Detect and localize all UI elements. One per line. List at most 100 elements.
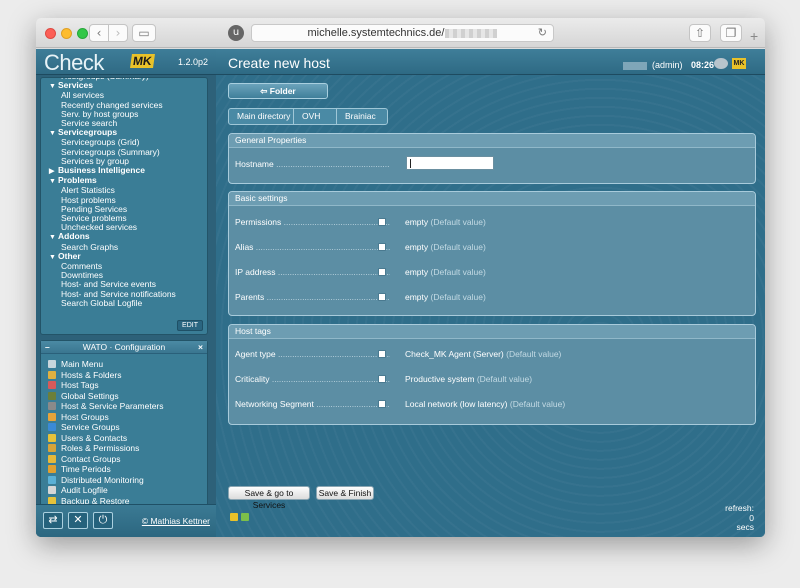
host-groups-icon: [48, 412, 56, 421]
save-go-to-services-button[interactable]: Save & go to Services: [228, 486, 310, 510]
wato-item-host-service-parameters[interactable]: Host & Service Parameters: [48, 401, 164, 412]
agent-type-checkbox[interactable]: [378, 350, 386, 358]
close-icon[interactable]: ×: [198, 341, 203, 354]
text-caret: [410, 159, 411, 168]
wato-item-host-groups[interactable]: Host Groups: [48, 412, 164, 423]
wato-item-contact-groups[interactable]: Contact Groups: [48, 454, 164, 465]
default-note: (Default value): [430, 292, 486, 302]
tools-icon[interactable]: ✕: [68, 512, 88, 529]
host-icon[interactable]: [230, 513, 238, 521]
distributed-monitoring-icon: [48, 475, 56, 484]
parents-label: Parents: [235, 292, 390, 302]
back-button[interactable]: ‹: [89, 24, 109, 42]
version-label: 1.2.0p2: [177, 57, 208, 67]
address-bar[interactable]: michelle.systemtechnics.de/ ↻: [251, 24, 554, 42]
parents-checkbox[interactable]: [378, 293, 386, 301]
breadcrumb-brainiac[interactable]: Brainiac: [336, 108, 388, 125]
wato-item-time-periods[interactable]: Time Periods: [48, 464, 164, 475]
tabs-button[interactable]: ❐: [720, 24, 742, 42]
wato-snapin: – WATO · Configuration × Main Menu Hosts …: [40, 340, 208, 526]
collapse-icon[interactable]: –: [45, 341, 50, 354]
networking-segment-checkbox[interactable]: [378, 400, 386, 408]
views-snapin: Hostgroups (Summary)▼ServicesAll service…: [40, 77, 208, 335]
default-note: (Default value): [430, 242, 486, 252]
sidebar-toggle-icon[interactable]: ⇄: [43, 512, 63, 529]
permissions-checkbox[interactable]: [378, 218, 386, 226]
triangle-down-icon: ▼: [49, 253, 56, 261]
networking-segment-row: Networking Segment Local network (low lat…: [235, 399, 745, 411]
wato-item-host-tags[interactable]: Host Tags: [48, 380, 164, 391]
criticality-checkbox[interactable]: [378, 375, 386, 383]
agent-type-label: Agent type: [235, 349, 390, 359]
copyright-link[interactable]: © Mathias Kettner: [142, 516, 210, 526]
nav-label: Business Intelligence: [58, 165, 145, 176]
roles-permissions-icon: [48, 444, 56, 452]
wato-item-label: Distributed Monitoring: [61, 474, 144, 485]
mk-badge-icon[interactable]: MK: [732, 58, 746, 69]
basic-settings-box: Basic settings Permissions empty (Default…: [228, 191, 756, 316]
page-title: Create new host: [228, 55, 330, 71]
host-tags-icon: [48, 381, 56, 389]
reload-icon[interactable]: ↻: [538, 25, 547, 41]
permissions-label: Permissions: [235, 217, 390, 227]
alias-checkbox[interactable]: [378, 243, 386, 251]
breadcrumb-ovh[interactable]: OVH: [293, 108, 337, 125]
close-window-button[interactable]: [45, 28, 56, 39]
nav-label: Services: [58, 80, 93, 91]
wato-item-label: Audit Logfile: [61, 485, 108, 495]
permissions-value: empty (Default value): [405, 217, 486, 227]
ip-address-checkbox[interactable]: [378, 268, 386, 276]
sidebar-toggle-button[interactable]: ▭: [132, 24, 156, 42]
stack-icon[interactable]: [714, 58, 728, 69]
wato-item-audit-logfile[interactable]: Audit Logfile: [48, 485, 164, 496]
parents-row: Parents empty (Default value): [235, 292, 745, 304]
logout-icon[interactable]: ⏻: [93, 512, 113, 529]
global-settings-icon: [48, 391, 56, 400]
breadcrumb-main-directory[interactable]: Main directory: [228, 108, 294, 125]
wato-item-label: Host Groups: [61, 411, 109, 422]
basic-settings-title: Basic settings: [229, 192, 755, 206]
wato-item-users-contacts[interactable]: Users & Contacts: [48, 433, 164, 444]
default-note: (Default value): [506, 349, 562, 359]
folder-button[interactable]: ⇦ Folder: [228, 83, 328, 99]
share-button[interactable]: ⇧: [689, 24, 711, 42]
time-periods-icon: [48, 465, 56, 473]
minimize-window-button[interactable]: [61, 28, 72, 39]
criticality-value: Productive system (Default value): [405, 374, 532, 384]
nav-label: Other: [58, 250, 81, 261]
wato-item-distributed-monitoring[interactable]: Distributed Monitoring: [48, 475, 164, 486]
value-text: Local network (low latency): [405, 399, 508, 409]
service-icon[interactable]: [241, 513, 249, 521]
save-and-finish-button[interactable]: Save & Finish: [316, 486, 374, 500]
wato-item-service-groups[interactable]: Service Groups: [48, 422, 164, 433]
wato-item-roles-permissions[interactable]: Roles & Permissions: [48, 443, 164, 454]
permissions-row: Permissions empty (Default value): [235, 217, 745, 229]
new-tab-button[interactable]: +: [750, 28, 758, 44]
plus-icon: +: [750, 28, 759, 44]
value-text: empty: [405, 242, 429, 252]
hostname-input[interactable]: [406, 156, 494, 170]
service-groups-icon: [48, 423, 56, 431]
refresh-unit: secs: [736, 522, 754, 532]
triangle-down-icon: ▼: [49, 234, 56, 242]
value-text: empty: [405, 292, 429, 302]
zoom-window-button[interactable]: [77, 28, 88, 39]
audit-logfile-icon: [48, 486, 56, 494]
users-contacts-icon: [48, 433, 56, 442]
logo[interactable]: Check: [44, 50, 104, 76]
triangle-down-icon: ▼: [49, 178, 56, 186]
wato-item-hosts-folders[interactable]: Hosts & Folders: [48, 370, 164, 381]
edit-button[interactable]: EDIT: [177, 320, 203, 331]
forward-button[interactable]: ›: [108, 24, 128, 42]
wato-item-label: Hosts & Folders: [61, 369, 122, 380]
alias-label: Alias: [235, 242, 390, 252]
alias-value: empty (Default value): [405, 242, 486, 252]
wato-item-global-settings[interactable]: Global Settings: [48, 391, 164, 402]
ip-address-label: IP address: [235, 267, 390, 277]
triangle-down-icon: ▼: [49, 130, 56, 138]
privacy-shield-button[interactable]: u: [228, 25, 244, 41]
triangle-down-icon: ▼: [49, 83, 56, 91]
url-text: michelle.systemtechnics.de/: [307, 27, 445, 39]
wato-item-main-menu[interactable]: Main Menu: [48, 359, 164, 370]
nav-item-search-global-logfile[interactable]: Search Global Logfile: [41, 298, 207, 308]
